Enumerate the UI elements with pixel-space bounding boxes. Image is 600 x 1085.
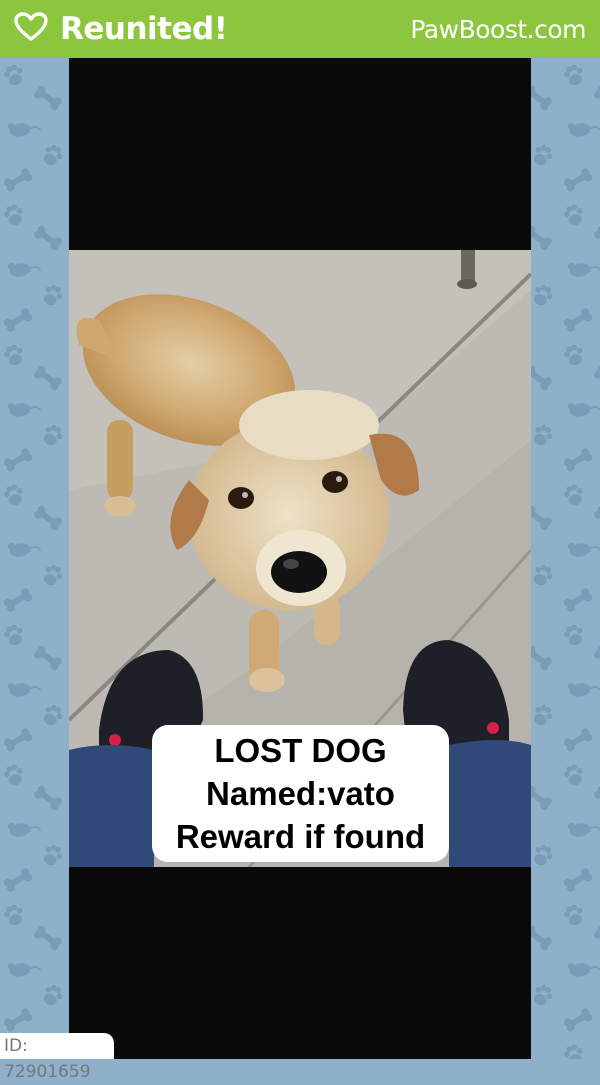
caption-box: LOST DOG Named:vato Reward if found	[152, 725, 449, 862]
photo-frame: LOST DOG Named:vato Reward if found	[69, 58, 531, 1059]
listing-id: ID: 72901659	[0, 1033, 114, 1082]
heart-icon	[14, 11, 48, 47]
site-link[interactable]: PawBoost.com	[410, 15, 586, 44]
brand: Reunited!	[14, 11, 228, 47]
top-banner: Reunited! PawBoost.com	[0, 0, 600, 58]
caption-line-3: Reward if found	[175, 818, 426, 855]
status-label: Reunited!	[60, 11, 228, 47]
caption-line-2: Named:vato	[206, 775, 395, 812]
dog-photo: LOST DOG Named:vato Reward if found	[69, 250, 531, 867]
caption-line-1: LOST DOG	[214, 732, 387, 769]
